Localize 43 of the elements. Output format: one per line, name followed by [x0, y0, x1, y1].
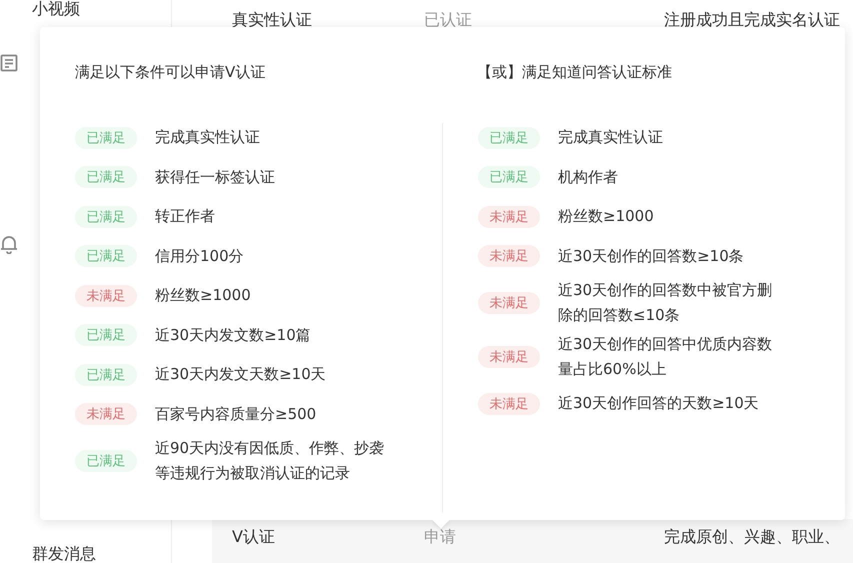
- bell-icon[interactable]: [0, 234, 18, 254]
- column-title: 满足以下条件可以申请V认证: [75, 63, 266, 82]
- status-badge: 已满足: [75, 450, 137, 472]
- table-cell-text: V认证: [231, 527, 276, 548]
- status-badge: 已满足: [478, 166, 540, 188]
- status-badge: 未满足: [75, 403, 137, 426]
- condition-text: 近30天创作的回答数中被官方删除的回答数≤10条: [558, 280, 774, 326]
- status-badge: 已满足: [75, 245, 137, 268]
- status-badge: 未满足: [478, 346, 540, 368]
- condition-text: 转正作者: [155, 206, 215, 228]
- condition-text: 近30天创作的回答数≥10条: [558, 246, 744, 267]
- status-badge: 已满足: [75, 206, 137, 228]
- condition-text: 近30天内发文天数≥10天: [155, 364, 326, 386]
- table-cell: 注册成功且完成实名认证: [664, 10, 840, 30]
- status-badge: 已满足: [75, 126, 137, 149]
- status-badge: 未满足: [478, 392, 540, 415]
- condition-text: 近30天创作的回答中优质内容数量占比60%以上: [558, 334, 774, 380]
- status-badge: 未满足: [75, 284, 137, 307]
- table-cell: 完成原创、兴趣、职业、: [664, 527, 840, 548]
- condition-text: 完成真实性认证: [558, 127, 663, 148]
- condition-text: 信用分100分: [155, 246, 244, 267]
- status-badge: 已满足: [75, 364, 137, 386]
- condition-text: 粉丝数≥1000: [558, 206, 654, 228]
- status-badge: 未满足: [478, 245, 540, 268]
- status-badge: 已满足: [75, 324, 137, 346]
- status-badge: 已满足: [478, 126, 540, 149]
- sidebar-item[interactable]: 群发消息: [32, 544, 96, 563]
- status-badge: 未满足: [478, 292, 540, 314]
- condition-text: 粉丝数≥1000: [155, 285, 251, 306]
- condition-text: 近90天内没有因低质、作弊、抄袭等违规行为被取消认证的记录: [155, 438, 386, 484]
- table-cell-text: 已认证: [424, 10, 473, 30]
- status-badge: 未满足: [478, 206, 540, 228]
- condition-text: 近30天创作回答的天数≥10天: [558, 393, 759, 414]
- status-badge: 已满足: [75, 166, 137, 188]
- column-title: 【或】满足知道问答认证标准: [477, 63, 673, 82]
- condition-text: 近30天内发文数≥10篇: [155, 324, 311, 346]
- sidebar-item[interactable]: 小视频: [32, 0, 80, 18]
- document-icon[interactable]: [0, 54, 18, 72]
- condition-text: 获得任一标签认证: [155, 166, 275, 188]
- condition-text: 百家号内容质量分≥500: [155, 404, 316, 425]
- condition-text: 完成真实性认证: [155, 127, 260, 148]
- condition-text: 机构作者: [558, 166, 618, 188]
- table-cell-text: 真实性认证: [231, 10, 313, 30]
